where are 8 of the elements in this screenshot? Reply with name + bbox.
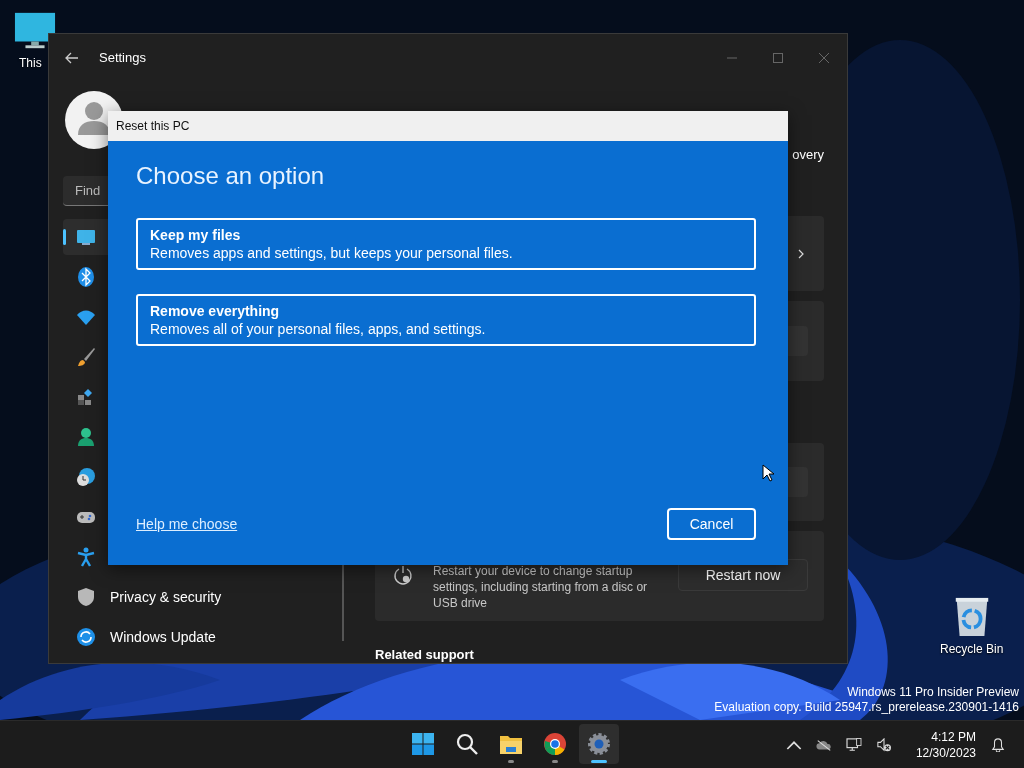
section-heading: Related support xyxy=(375,647,475,662)
dialog-heading: Choose an option xyxy=(136,161,326,191)
edition-notice: Evaluation copy. Build 25947.rs_prerelease.230901-1416 xyxy=(714,700,1019,715)
edition-notice: Windows 11 Pro Insider Preview xyxy=(847,685,1019,700)
page-description: overy xyxy=(791,147,824,164)
window-title: Settings xyxy=(99,50,146,65)
setting-description: Restart your device to change startup settings, including starting from a disc or USB drive xyxy=(433,563,649,611)
dialog-title: Reset this PC xyxy=(116,119,190,133)
